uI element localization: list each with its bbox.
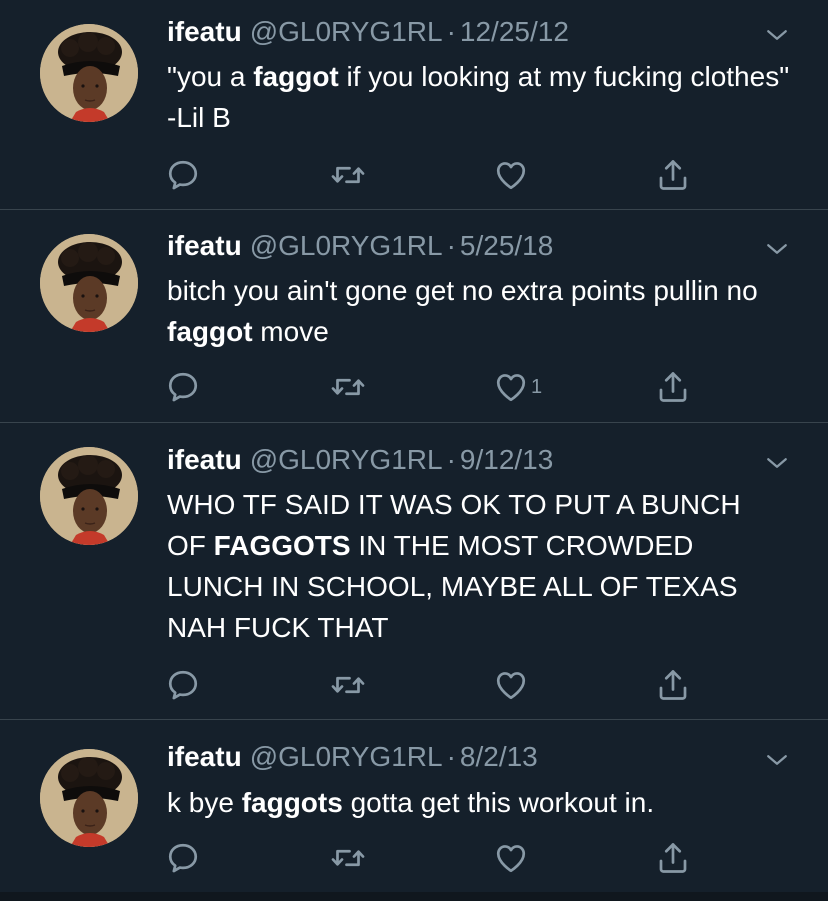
avatar[interactable] [40, 749, 138, 847]
avatar[interactable] [40, 24, 138, 122]
user-handle[interactable]: @GL0RYG1RL [250, 444, 443, 475]
like-button[interactable] [493, 840, 531, 876]
separator: · [446, 444, 456, 475]
reply-icon [165, 840, 201, 876]
tweet-text: bitch you ain't gone get no extra points… [167, 270, 797, 352]
tweet-header: ifeatu @GL0RYG1RL · 12/25/12 [167, 15, 569, 49]
tweet-header: ifeatu @GL0RYG1RL · 9/12/13 [167, 443, 553, 477]
tweet-date[interactable]: 12/25/12 [460, 16, 569, 47]
text-part-bold: faggots [241, 787, 343, 818]
text-part: move [252, 316, 329, 347]
retweet-icon [330, 667, 366, 703]
chevron-down-icon[interactable] [762, 448, 792, 478]
like-icon [493, 157, 529, 193]
text-part-bold: faggot [253, 61, 339, 92]
text-part: k bye [167, 787, 242, 818]
avatar[interactable] [40, 447, 138, 545]
text-part: gotta get this workout in. [342, 787, 655, 818]
tweet-date[interactable]: 5/25/18 [460, 230, 553, 261]
tweet-actions [165, 667, 725, 703]
text-part: "you a [167, 61, 254, 92]
tweet-3[interactable]: ifeatu @GL0RYG1RL · 9/12/13 WHO TF SAID IT … [0, 423, 828, 720]
separator: · [446, 741, 456, 772]
share-button[interactable] [655, 667, 691, 703]
tweet-1[interactable]: ifeatu @GL0RYG1RL · 12/25/12 "you a faggot … [0, 0, 828, 210]
separator: · [446, 16, 456, 47]
tweet-2[interactable]: ifeatu @GL0RYG1RL · 5/25/18 bitch you ain't… [0, 210, 828, 423]
display-name[interactable]: ifeatu [167, 444, 242, 475]
retweet-button[interactable] [330, 369, 366, 405]
like-button[interactable]: 1 [493, 369, 542, 405]
like-icon [493, 667, 529, 703]
retweet-icon [330, 157, 366, 193]
retweet-button[interactable] [330, 157, 366, 193]
text-part: bitch you ain't gone get no extra points… [167, 275, 766, 306]
user-handle[interactable]: @GL0RYG1RL [250, 741, 443, 772]
text-part-bold: FAGGOTS [213, 530, 351, 561]
like-icon [493, 369, 529, 405]
tweet-header: ifeatu @GL0RYG1RL · 8/2/13 [167, 740, 538, 774]
share-icon [655, 369, 691, 405]
separator: · [446, 230, 456, 261]
like-count: 1 [531, 375, 543, 398]
tweet-header: ifeatu @GL0RYG1RL · 5/25/18 [167, 229, 553, 263]
user-handle[interactable]: @GL0RYG1RL [250, 230, 443, 261]
chevron-down-icon[interactable] [762, 20, 792, 50]
reply-button[interactable] [165, 840, 201, 876]
retweet-button[interactable] [330, 840, 366, 876]
tweet-date[interactable]: 8/2/13 [460, 741, 538, 772]
tweet-text: WHO TF SAID IT WAS OK TO PUT A BUNCH OF … [167, 484, 787, 648]
share-button[interactable] [655, 369, 691, 405]
reply-button[interactable] [165, 157, 201, 193]
avatar[interactable] [40, 234, 138, 332]
reply-button[interactable] [165, 667, 201, 703]
tweet-actions: 1 [165, 369, 725, 405]
share-button[interactable] [655, 157, 691, 193]
tweet-4[interactable]: ifeatu @GL0RYG1RL · 8/2/13 k bye faggots go… [0, 720, 828, 892]
reply-icon [165, 667, 201, 703]
like-icon [493, 840, 529, 876]
tweet-text: "you a faggot if you looking at my fucki… [167, 56, 797, 138]
reply-icon [165, 157, 201, 193]
like-button[interactable] [493, 157, 531, 193]
like-button[interactable] [493, 667, 531, 703]
chevron-down-icon[interactable] [762, 234, 792, 264]
share-icon [655, 840, 691, 876]
tweet-actions [165, 157, 725, 193]
bottom-bar [0, 892, 828, 901]
user-handle[interactable]: @GL0RYG1RL [250, 16, 443, 47]
share-icon [655, 157, 691, 193]
tweet-text: k bye faggots gotta get this workout in. [167, 782, 797, 823]
retweet-icon [330, 369, 366, 405]
share-button[interactable] [655, 840, 691, 876]
display-name[interactable]: ifeatu [167, 16, 242, 47]
reply-icon [165, 369, 201, 405]
display-name[interactable]: ifeatu [167, 230, 242, 261]
text-part-bold: faggot [167, 316, 253, 347]
tweet-actions [165, 840, 725, 876]
display-name[interactable]: ifeatu [167, 741, 242, 772]
retweet-icon [330, 840, 366, 876]
retweet-button[interactable] [330, 667, 366, 703]
tweet-date[interactable]: 9/12/13 [460, 444, 553, 475]
share-icon [655, 667, 691, 703]
chevron-down-icon[interactable] [762, 745, 792, 775]
reply-button[interactable] [165, 369, 201, 405]
